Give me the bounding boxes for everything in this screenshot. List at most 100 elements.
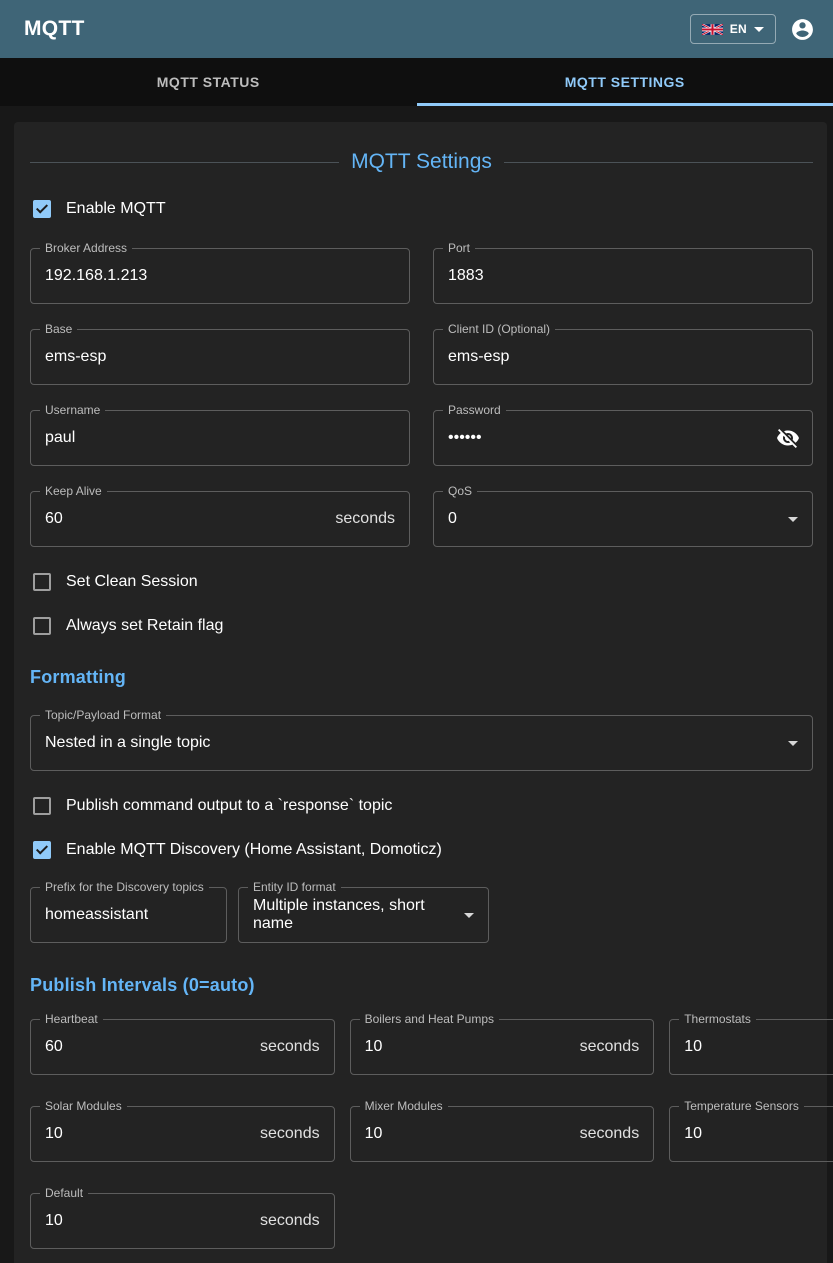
connection-fields: Broker Address Port Base Client ID (Opti… bbox=[30, 248, 813, 547]
field-label: Base bbox=[40, 322, 77, 337]
tab-bar: MQTT STATUS MQTT SETTINGS bbox=[0, 58, 833, 106]
account-circle-icon bbox=[790, 17, 815, 42]
page-body: MQTT Settings Enable MQTT Broker Address… bbox=[0, 106, 833, 1263]
checkbox-label: Publish command output to a `response` t… bbox=[66, 797, 392, 815]
unit-adornment: seconds bbox=[580, 1125, 640, 1143]
thermostats-interval-field: Thermostats seconds bbox=[669, 1019, 833, 1075]
solar-interval-input[interactable] bbox=[45, 1125, 252, 1143]
enable-mqtt-checkbox[interactable]: Enable MQTT bbox=[33, 200, 813, 218]
dropdown-arrow-icon bbox=[788, 517, 798, 522]
tab-mqtt-status[interactable]: MQTT STATUS bbox=[0, 58, 417, 106]
field-label: Entity ID format bbox=[248, 880, 341, 895]
divider-line bbox=[504, 162, 813, 163]
field-label: QoS bbox=[443, 484, 477, 499]
mqtt-discovery-checkbox[interactable]: Enable MQTT Discovery (Home Assistant, D… bbox=[33, 841, 813, 859]
field-label: Password bbox=[443, 403, 506, 418]
keep-alive-field: Keep Alive seconds bbox=[30, 491, 410, 547]
field-label: Heartbeat bbox=[40, 1012, 103, 1027]
checkbox-unchecked-icon bbox=[33, 573, 51, 591]
field-label: Boilers and Heat Pumps bbox=[360, 1012, 499, 1027]
unit-adornment: seconds bbox=[260, 1212, 320, 1230]
language-code: EN bbox=[730, 22, 747, 36]
qos-selected-value: 0 bbox=[448, 510, 778, 528]
topic-format-selected-value: Nested in a single topic bbox=[45, 734, 778, 752]
field-label: Broker Address bbox=[40, 241, 132, 256]
dropdown-arrow-icon bbox=[788, 741, 798, 746]
dropdown-arrow-icon bbox=[464, 913, 474, 918]
field-label: Username bbox=[40, 403, 105, 418]
checkbox-unchecked-icon bbox=[33, 797, 51, 815]
field-label: Temperature Sensors bbox=[679, 1099, 804, 1114]
entity-id-selected-value: Multiple instances, short name bbox=[253, 897, 454, 933]
username-input[interactable] bbox=[45, 429, 395, 447]
entity-id-format-select[interactable]: Entity ID format Multiple instances, sho… bbox=[238, 887, 489, 943]
language-selector[interactable]: EN bbox=[690, 14, 776, 44]
checkbox-label: Set Clean Session bbox=[66, 573, 198, 591]
field-label: Prefix for the Discovery topics bbox=[40, 880, 209, 895]
field-label: Port bbox=[443, 241, 475, 256]
port-input[interactable] bbox=[448, 267, 798, 285]
settings-heading: MQTT Settings bbox=[30, 150, 813, 174]
checkbox-label: Enable MQTT bbox=[66, 200, 166, 218]
discovery-prefix-field: Prefix for the Discovery topics bbox=[30, 887, 227, 943]
toggle-password-visibility-button[interactable] bbox=[772, 422, 804, 454]
unit-adornment: seconds bbox=[260, 1125, 320, 1143]
default-interval-input[interactable] bbox=[45, 1212, 252, 1230]
page-title: MQTT bbox=[24, 17, 85, 41]
field-label: Thermostats bbox=[679, 1012, 756, 1027]
temperature-interval-input[interactable] bbox=[684, 1125, 833, 1143]
checkbox-checked-icon bbox=[33, 841, 51, 859]
account-button[interactable] bbox=[790, 17, 815, 42]
unit-adornment: seconds bbox=[260, 1038, 320, 1056]
checkbox-label: Always set Retain flag bbox=[66, 617, 223, 635]
settings-heading-text: MQTT Settings bbox=[351, 150, 492, 174]
temperature-interval-field: Temperature Sensors seconds bbox=[669, 1106, 833, 1162]
clean-session-checkbox[interactable]: Set Clean Session bbox=[33, 573, 813, 591]
settings-card: MQTT Settings Enable MQTT Broker Address… bbox=[14, 122, 827, 1263]
keep-alive-input[interactable] bbox=[45, 510, 327, 528]
broker-address-field: Broker Address bbox=[30, 248, 410, 304]
retain-flag-checkbox[interactable]: Always set Retain flag bbox=[33, 617, 813, 635]
checkbox-checked-icon bbox=[33, 200, 51, 218]
qos-select[interactable]: QoS 0 bbox=[433, 491, 813, 547]
unit-adornment: seconds bbox=[335, 510, 395, 528]
field-label: Client ID (Optional) bbox=[443, 322, 555, 337]
base-field: Base bbox=[30, 329, 410, 385]
formatting-heading: Formatting bbox=[30, 667, 813, 688]
client-id-field: Client ID (Optional) bbox=[433, 329, 813, 385]
tab-label: MQTT STATUS bbox=[157, 74, 260, 90]
broker-address-input[interactable] bbox=[45, 267, 395, 285]
checkbox-label: Enable MQTT Discovery (Home Assistant, D… bbox=[66, 841, 442, 859]
field-label: Mixer Modules bbox=[360, 1099, 448, 1114]
active-tab-indicator bbox=[417, 103, 833, 106]
default-interval-field: Default seconds bbox=[30, 1193, 335, 1249]
boilers-interval-input[interactable] bbox=[365, 1038, 572, 1056]
visibility-off-icon bbox=[776, 426, 800, 450]
appbar-actions: EN bbox=[690, 14, 815, 44]
tab-mqtt-settings[interactable]: MQTT SETTINGS bbox=[417, 58, 833, 106]
solar-interval-field: Solar Modules seconds bbox=[30, 1106, 335, 1162]
heartbeat-interval-field: Heartbeat seconds bbox=[30, 1019, 335, 1075]
heartbeat-interval-input[interactable] bbox=[45, 1038, 252, 1056]
app-bar: MQTT EN bbox=[0, 0, 833, 58]
tab-label: MQTT SETTINGS bbox=[565, 74, 685, 90]
discovery-prefix-input[interactable] bbox=[45, 906, 212, 924]
checkbox-unchecked-icon bbox=[33, 617, 51, 635]
base-input[interactable] bbox=[45, 348, 395, 366]
thermostats-interval-input[interactable] bbox=[684, 1038, 833, 1056]
password-field: Password bbox=[433, 410, 813, 466]
client-id-input[interactable] bbox=[448, 348, 798, 366]
boilers-interval-field: Boilers and Heat Pumps seconds bbox=[350, 1019, 655, 1075]
chevron-down-icon bbox=[754, 27, 764, 32]
username-field: Username bbox=[30, 410, 410, 466]
discovery-options: Prefix for the Discovery topics Entity I… bbox=[30, 887, 813, 943]
field-label: Solar Modules bbox=[40, 1099, 127, 1114]
field-label: Keep Alive bbox=[40, 484, 107, 499]
publish-intervals-heading: Publish Intervals (0=auto) bbox=[30, 975, 813, 996]
topic-payload-format-select[interactable]: Topic/Payload Format Nested in a single … bbox=[30, 715, 813, 771]
response-topic-checkbox[interactable]: Publish command output to a `response` t… bbox=[33, 797, 813, 815]
field-label: Topic/Payload Format bbox=[40, 708, 166, 723]
port-field: Port bbox=[433, 248, 813, 304]
password-input[interactable] bbox=[448, 429, 772, 447]
mixer-interval-input[interactable] bbox=[365, 1125, 572, 1143]
